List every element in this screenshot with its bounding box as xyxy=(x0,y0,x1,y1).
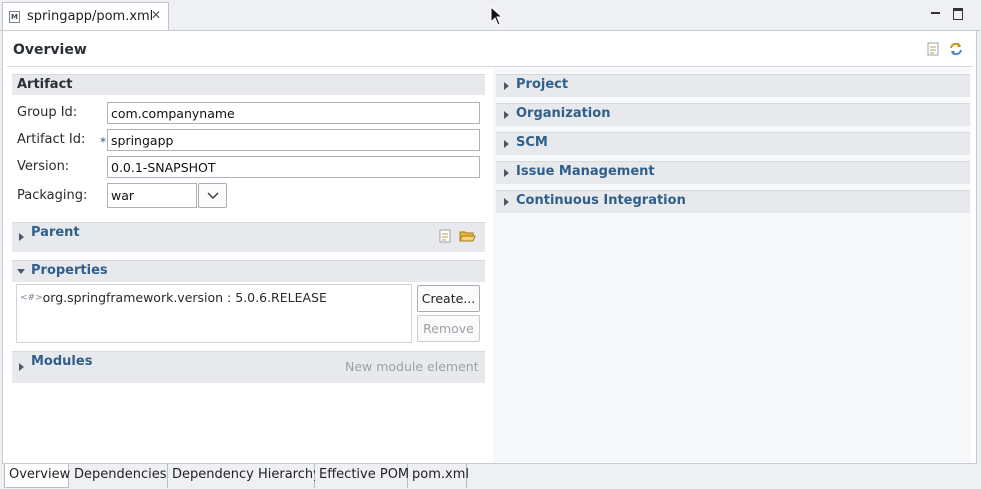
select-parent-icon[interactable] xyxy=(437,228,453,244)
tab-dependencies[interactable]: Dependencies xyxy=(70,464,168,488)
collapse-arrow-icon[interactable] xyxy=(17,269,25,274)
open-parent-pom-icon[interactable] xyxy=(925,41,941,57)
packaging-input[interactable] xyxy=(107,183,197,208)
organization-section-header[interactable]: Organization xyxy=(496,103,970,126)
issue-management-section-header[interactable]: Issue Management xyxy=(496,161,970,184)
close-icon[interactable]: ✕ xyxy=(151,8,161,22)
group-id-input[interactable] xyxy=(107,102,480,124)
property-tag-icon: <#> xyxy=(20,293,43,303)
artifact-id-label: Artifact Id: xyxy=(17,132,86,147)
pom-editor: Overview Artifact Group Id: Artifact Id:… xyxy=(2,30,977,464)
packaging-dropdown-button[interactable] xyxy=(198,183,227,208)
version-input[interactable] xyxy=(107,156,480,178)
properties-section-title: Properties xyxy=(31,263,108,278)
continuous-integration-section-title: Continuous Integration xyxy=(516,193,686,208)
version-label: Version: xyxy=(17,159,70,174)
editor-tab-pom[interactable]: M springapp/pom.xml ✕ xyxy=(2,2,169,30)
new-module-element-link[interactable]: New module element xyxy=(345,359,479,374)
expand-arrow-icon[interactable] xyxy=(19,233,24,241)
expand-arrow-icon[interactable] xyxy=(504,82,509,90)
project-section-header[interactable]: Project xyxy=(496,74,970,97)
maximize-icon[interactable] xyxy=(951,6,965,20)
continuous-integration-section-header[interactable]: Continuous Integration xyxy=(496,190,970,213)
refresh-icon[interactable] xyxy=(948,41,964,57)
expand-arrow-icon[interactable] xyxy=(504,111,509,119)
project-section-title: Project xyxy=(516,77,569,92)
folder-open-icon[interactable] xyxy=(459,228,476,244)
modules-section-title: Modules xyxy=(31,354,93,369)
artifact-id-input[interactable] xyxy=(107,129,480,151)
properties-list[interactable]: <#>org.springframework.version : 5.0.6.R… xyxy=(16,284,412,343)
list-item[interactable]: <#>org.springframework.version : 5.0.6.R… xyxy=(20,290,327,306)
group-id-label: Group Id: xyxy=(17,105,78,120)
required-marker: * xyxy=(100,135,106,149)
expand-arrow-icon[interactable] xyxy=(19,363,24,371)
mouse-cursor-icon xyxy=(490,6,504,26)
tab-dependency-hierarchy[interactable]: Dependency Hierarchy xyxy=(168,464,321,488)
minimize-icon[interactable] xyxy=(929,6,943,20)
right-panel xyxy=(493,67,971,463)
remove-property-button[interactable]: Remove xyxy=(417,315,480,342)
packaging-label: Packaging: xyxy=(17,188,88,203)
page-title: Overview xyxy=(13,42,87,58)
modules-section-header[interactable]: Modules New module element xyxy=(12,351,485,383)
artifact-section-title: Artifact xyxy=(17,77,73,92)
organization-section-title: Organization xyxy=(516,106,611,121)
editor-tab-title: springapp/pom.xml xyxy=(27,9,154,24)
create-property-button[interactable]: Create... xyxy=(417,285,480,312)
artifact-section-header: Artifact xyxy=(12,74,485,95)
maven-file-icon: M xyxy=(9,11,20,23)
property-entry: org.springframework.version : 5.0.6.RELE… xyxy=(42,290,327,305)
chevron-down-icon xyxy=(207,192,218,199)
issue-management-section-title: Issue Management xyxy=(516,164,655,179)
expand-arrow-icon[interactable] xyxy=(504,198,509,206)
tab-effective-pom[interactable]: Effective POM xyxy=(315,464,409,488)
tab-overview[interactable]: Overview xyxy=(4,464,70,488)
scm-section-header[interactable]: SCM xyxy=(496,132,970,155)
parent-section-header[interactable]: Parent xyxy=(12,222,485,252)
parent-section-title: Parent xyxy=(31,225,80,240)
tab-pom-xml[interactable]: pom.xml xyxy=(408,464,469,488)
expand-arrow-icon[interactable] xyxy=(504,140,509,148)
properties-section-header[interactable]: Properties xyxy=(12,260,485,282)
scm-section-title: SCM xyxy=(516,135,548,150)
expand-arrow-icon[interactable] xyxy=(504,169,509,177)
